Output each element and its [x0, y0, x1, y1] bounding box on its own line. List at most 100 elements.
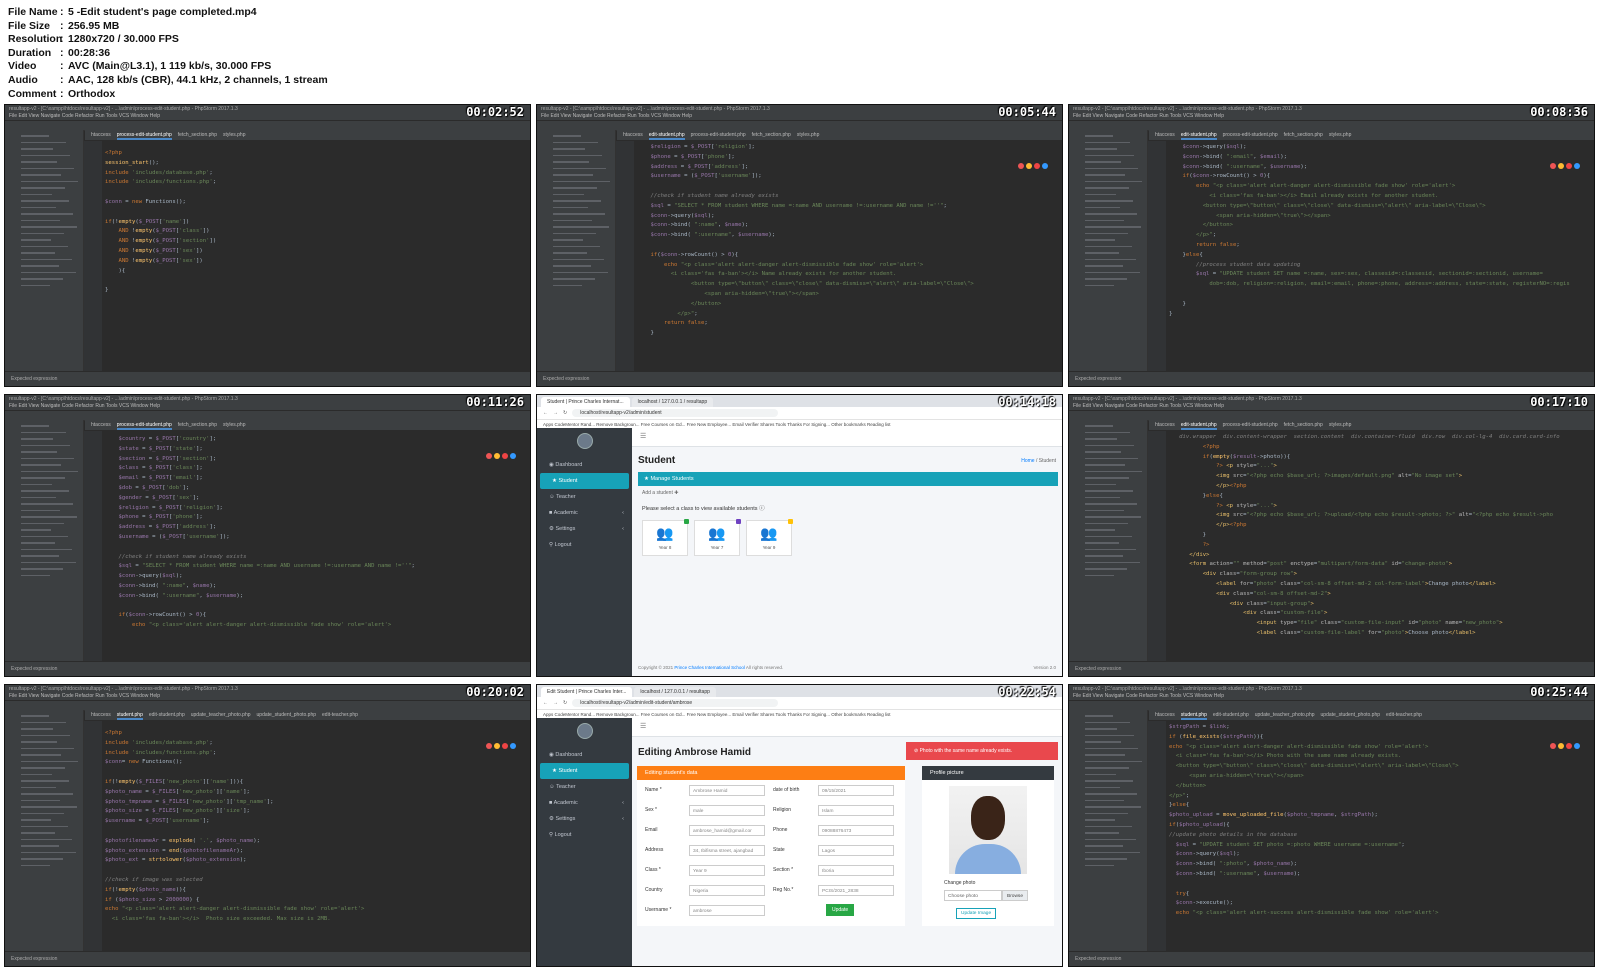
admin-sidebar: ◉ Dashboard ★ Student ☺ Teacher ■ Academic ‹… [537, 718, 632, 966]
file-input: Choose photo Browse [944, 890, 1054, 901]
url-input[interactable]: localhost/resultapp-v2/admin/edit-studen… [572, 699, 779, 707]
field-input[interactable]: Year 9 [689, 864, 765, 876]
class-card[interactable]: 👥 Year 8 [642, 519, 689, 556]
editor-tab[interactable]: htaccess [91, 130, 111, 140]
sidebar-item-dashboard[interactable]: ◉ Dashboard [537, 747, 632, 763]
editor-tab[interactable]: process-edit-student.php [1223, 130, 1278, 140]
field-input[interactable]: 09088876473 [818, 824, 894, 836]
field-input[interactable]: ambrose [689, 904, 765, 916]
editor-tab[interactable]: edit-student.php [149, 710, 185, 720]
editor-tab[interactable]: styles.php [1329, 420, 1352, 430]
project-tree [5, 130, 84, 372]
choose-photo-input[interactable]: Choose photo [944, 890, 1002, 901]
editor-tab[interactable]: htaccess [91, 420, 111, 430]
editor-tab[interactable]: htaccess [1155, 710, 1175, 720]
editor-tabs: htaccess process-edit-student.php fetch_se… [85, 130, 530, 140]
update-image-button[interactable]: Update Image [956, 908, 997, 919]
editor-tab[interactable]: htaccess [1155, 130, 1175, 140]
editor-tab[interactable]: styles.php [797, 130, 820, 140]
field-label: date of birth [773, 787, 800, 793]
url-input[interactable]: localhost/resultapp-v2/admin/student [572, 409, 779, 417]
editor-tab[interactable]: htaccess [623, 130, 643, 140]
hamburger-icon[interactable]: ☰ [632, 718, 1062, 737]
forward-icon[interactable]: → [553, 700, 558, 706]
editor-tab[interactable]: update_student_photo.php [257, 710, 317, 720]
editor-tab[interactable]: styles.php [223, 130, 246, 140]
browser-tab[interactable]: Student | Prince Charles Internat... [541, 397, 630, 407]
sidebar-item-settings[interactable]: ⚙ Settings ‹ [537, 811, 632, 827]
editor-tab[interactable]: update_student_photo.php [1321, 710, 1381, 720]
file-info-key: File Name [8, 6, 58, 18]
reload-icon[interactable]: ↻ [563, 700, 567, 706]
project-tree [1069, 130, 1148, 372]
editor-tabs: htaccess student.php edit-student.php updat… [1149, 710, 1594, 720]
class-list: 👥 Year 8 👥 Year 7 👥 Year 9 [642, 519, 1062, 556]
editor-tab[interactable]: styles.php [223, 420, 246, 430]
back-icon[interactable]: ← [543, 700, 548, 706]
sidebar-item-teacher[interactable]: ☺ Teacher [537, 779, 632, 795]
sidebar-item-academic[interactable]: ■ Academic ‹ [537, 505, 632, 521]
class-card[interactable]: 👥 Year 9 [746, 519, 793, 556]
editor-tab[interactable]: edit-teacher.php [322, 710, 358, 720]
class-card[interactable]: 👥 Year 7 [694, 519, 741, 556]
editor-tab[interactable]: student.php [1180, 710, 1207, 720]
sidebar-item-student[interactable]: ★ Student [540, 763, 629, 779]
editor-tab[interactable]: process-edit-student.php [691, 130, 746, 140]
file-info-row: Resolution:1280x720 / 30.000 FPS [8, 33, 179, 46]
editor-tab[interactable]: fetch_section.php [752, 130, 791, 140]
field-input[interactable]: male [689, 804, 765, 816]
editor-tab[interactable]: edit-student.php [1213, 710, 1249, 720]
field-input[interactable]: Islam [818, 804, 894, 816]
browser-tab[interactable]: Edit Student | Prince Charles Inter... [541, 687, 633, 697]
field-label: Section * [773, 867, 794, 873]
editor-tab[interactable]: process-edit-student.php [116, 130, 172, 140]
editor-tab[interactable]: fetch_section.php [1284, 420, 1323, 430]
reload-icon[interactable]: ↻ [563, 410, 567, 416]
field-input[interactable]: Ambrose Hamid [689, 784, 765, 796]
field-input[interactable]: Lagos [818, 844, 894, 856]
editor-tab[interactable]: edit-student.php [648, 130, 685, 140]
sidebar-item-student[interactable]: ★ Student [540, 473, 629, 489]
editor-tab[interactable]: edit-student.php [1180, 420, 1217, 430]
sidebar-item-teacher[interactable]: ☺ Teacher [537, 489, 632, 505]
field-input[interactable]: ambrose_hamid@gmail.cor [689, 824, 765, 836]
field-label: Address [645, 847, 664, 853]
field-input[interactable]: Iboria [818, 864, 894, 876]
admin-sidebar: ◉ Dashboard ★ Student ☺ Teacher ■ Academic ‹… [537, 428, 632, 676]
add-student-link[interactable]: Add a student ✚ [642, 490, 1052, 496]
editor-tab[interactable]: fetch_section.php [178, 420, 217, 430]
editor-tab[interactable]: process-edit-student.php [116, 420, 172, 430]
browser-tab[interactable]: localhost / 127.0.0.1 / resultapp [634, 687, 716, 697]
sidebar-item-dashboard[interactable]: ◉ Dashboard [537, 457, 632, 473]
sidebar-item-settings[interactable]: ⚙ Settings ‹ [537, 521, 632, 537]
editor-tab[interactable]: htaccess [91, 710, 111, 720]
browse-button[interactable]: Browse [1002, 890, 1028, 901]
back-icon[interactable]: ← [543, 410, 548, 416]
editor-tab[interactable]: update_teacher_photo.php [1255, 710, 1315, 720]
field-input[interactable]: Nigeria [689, 884, 765, 896]
update-button[interactable]: Update [826, 904, 855, 916]
browser-tabs: Student | Prince Charles Internat... loc… [537, 395, 1062, 407]
sidebar-item-academic[interactable]: ■ Academic ‹ [537, 795, 632, 811]
editor-tab[interactable]: edit-teacher.php [1386, 710, 1422, 720]
editor-tab[interactable]: update_teacher_photo.php [191, 710, 251, 720]
nav-icon: ★ [552, 478, 557, 484]
field-label: Sex * [645, 807, 657, 813]
editor-tab[interactable]: process-edit-student.php [1223, 420, 1278, 430]
sidebar-item-logout[interactable]: ⚲ Logout [537, 537, 632, 553]
sidebar-item-logout[interactable]: ⚲ Logout [537, 827, 632, 843]
field-input[interactable]: 09/15/2021 [818, 784, 894, 796]
breadcrumb-home[interactable]: Home [1021, 458, 1034, 464]
editor-tab[interactable]: edit-student.php [1180, 130, 1217, 140]
editor-tabs: htaccess process-edit-student.php fetch_se… [85, 420, 530, 430]
hamburger-icon[interactable]: ☰ [632, 428, 1062, 447]
editor-tab[interactable]: student.php [116, 710, 143, 720]
field-input[interactable]: PCIS/2021_2838 [818, 884, 894, 896]
field-input[interactable]: 34, Ibifisma street, ajangbad [689, 844, 765, 856]
editor-tab[interactable]: fetch_section.php [178, 130, 217, 140]
editor-tab[interactable]: fetch_section.php [1284, 130, 1323, 140]
editor-tab[interactable]: styles.php [1329, 130, 1352, 140]
editor-tab[interactable]: htaccess [1155, 420, 1175, 430]
forward-icon[interactable]: → [553, 410, 558, 416]
browser-tab[interactable]: localhost / 127.0.0.1 / resultapp [631, 397, 714, 407]
